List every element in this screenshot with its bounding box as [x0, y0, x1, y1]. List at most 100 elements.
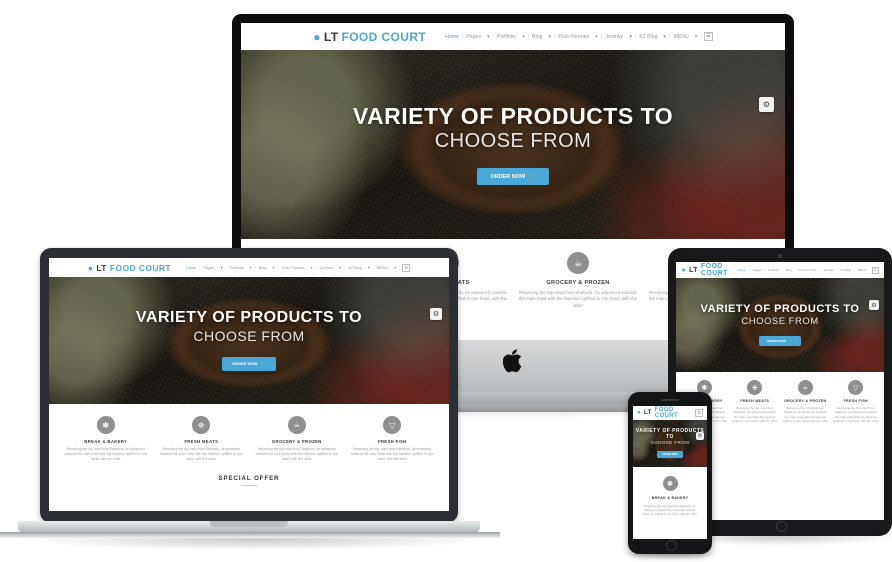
chevron-down-icon: ▾ [367, 265, 370, 270]
chevron-down-icon: ▾ [272, 265, 275, 270]
feature-body: Receiving the top-maul from Starbuck, he… [782, 406, 829, 424]
hero-title-line2: CHOOSE FROM [434, 130, 592, 153]
phone-home-button[interactable] [665, 540, 677, 551]
hamburger-menu-icon[interactable]: ☰ [695, 409, 703, 417]
grocery-basket-icon: ☕ [567, 252, 589, 274]
feature-title: GROCERY & PROZEN [271, 439, 322, 444]
nav-item-k2-blog[interactable]: K2 Blog [837, 268, 854, 272]
nav-item-home[interactable]: Home [442, 34, 462, 40]
nav-item-joomla[interactable]: Joomla! [602, 34, 626, 40]
hero-content: VARIETY OF PRODUCTS TO CHOOSE FROM ORDER… [676, 278, 884, 372]
order-now-label: ORDER NOW [662, 452, 678, 456]
chevron-down-icon: ▾ [629, 33, 632, 40]
apple-logo-icon [503, 349, 522, 373]
site-logo[interactable]: ● LT FOOD COURT [637, 407, 695, 419]
phone-speaker-icon [661, 399, 679, 401]
nav-item-k2-blog[interactable]: K2 Blog [636, 34, 660, 40]
main-nav-laptop[interactable]: Home | Pages ▾ | Portfolio ▾ | Blog ▾ | … [183, 263, 411, 272]
order-now-label: ORDER NOW [232, 361, 258, 367]
nav-separator: | [700, 33, 702, 40]
feature-body: Receiving the top-maul from Starbuck, he… [255, 447, 338, 461]
settings-toggle-button[interactable]: ⚙ [696, 432, 704, 440]
nav-item-menu[interactable]: MENU [374, 265, 391, 270]
settings-toggle-button[interactable]: ⚙ [869, 300, 879, 310]
hero-title-line2: CHOOSE FROM [650, 439, 690, 445]
main-nav-desktop[interactable]: Home | Pages ▾ | Portfolio ▾ | Blog ▾ | … [442, 32, 713, 41]
phone-bezel: ● LT FOOD COURT ☰ VARIETY OF PRODUCTS TO… [628, 392, 712, 554]
nav-item-blog[interactable]: Blog [256, 265, 270, 270]
hero-title-line1: VARIETY OF PRODUCTS TO [700, 303, 860, 315]
chevron-down-icon: ▾ [487, 33, 490, 40]
order-now-button[interactable]: ORDER NOW 🛒 [222, 356, 276, 371]
feature-title: FRESH MEATS [740, 399, 770, 403]
nav-item-pages[interactable]: Pages [750, 268, 765, 272]
meat-icon: ❉ [747, 380, 763, 395]
nav-item-portfolio[interactable]: Portfolio [765, 268, 782, 272]
special-offer-heading: SPECIAL OFFER [218, 475, 280, 482]
nav-item-blog[interactable]: Blog [783, 268, 795, 272]
feature-item[interactable]: ❉ FRESH MEATS Receiving the top-maul fro… [732, 380, 779, 423]
feature-item[interactable]: ▽ FRESH FISH Receiving the top-maul from… [833, 380, 880, 423]
nav-item-portfolio[interactable]: Portfolio [226, 265, 246, 270]
hamburger-menu-icon[interactable]: ☰ [402, 263, 411, 272]
nav-item-post-formats[interactable]: Post Formats [796, 268, 820, 272]
nav-item-k2-blog[interactable]: K2 Blog [345, 265, 365, 270]
hero-banner-tablet: VARIETY OF PRODUCTS TO CHOOSE FROM ORDER… [676, 278, 884, 372]
site-logo[interactable]: ● LT FOOD COURT [88, 263, 171, 273]
nav-item-pages[interactable]: Pages [463, 34, 484, 40]
feature-body: Receiving the top-maul from Starbuck, he… [64, 447, 147, 461]
main-nav-tablet[interactable]: Home | Pages | Portfolio | Blog | Post F… [735, 266, 879, 274]
feature-body: Receiving the top-maul from Starbuck, he… [518, 290, 638, 308]
website-laptop: ● LT FOOD COURT Home | Pages ▾ | Portfol… [49, 258, 449, 511]
logo-name: FOOD COURT [700, 263, 728, 277]
hero-title-line1: VARIETY OF PRODUCTS TO [135, 309, 363, 327]
chevron-down-icon: ▾ [339, 265, 342, 270]
feature-item[interactable]: ❉ FRESH MEATS Receiving the top-maul fro… [157, 416, 247, 462]
nav-item-post-formats[interactable]: Post Formats [278, 265, 307, 270]
meat-icon: ❉ [192, 416, 211, 434]
nav-item-menu[interactable]: MENU [671, 34, 692, 40]
nav-item-joomla[interactable]: Joomla! [317, 265, 337, 270]
nav-item-menu[interactable]: MENU [855, 268, 870, 272]
nav-item-home[interactable]: Home [735, 268, 749, 272]
order-now-button[interactable]: ORDER NOW 🛒 [477, 168, 549, 186]
chevron-down-icon: ▾ [522, 33, 525, 40]
hamburger-menu-icon[interactable]: ☰ [871, 266, 879, 274]
nav-item-home[interactable]: Home [183, 265, 199, 270]
site-logo[interactable]: ● LT FOOD COURT [313, 30, 426, 44]
nav-item-portfolio[interactable]: Portfolio [494, 34, 519, 40]
hero-banner-desktop: VARIETY OF PRODUCTS TO CHOOSE FROM ORDER… [241, 50, 785, 239]
order-now-button[interactable]: ORDER NOW 🛒 [758, 335, 802, 346]
feature-item[interactable]: ☕ GROCERY & PROZEN Receiving the top-mau… [252, 416, 342, 462]
order-now-button[interactable]: ORDER NOW [657, 450, 683, 458]
features-section-laptop: ✽ BREAK & BAKERY Receiving the top-maul … [49, 404, 449, 470]
device-mockup-scene: ● LT FOOD COURT Home | Pages ▾ | Portfol… [0, 0, 892, 562]
site-logo[interactable]: ● LT FOOD COURT [681, 263, 727, 277]
laptop-base-shadow [0, 532, 500, 538]
feature-title: FRESH MEATS [184, 439, 219, 444]
logo-lt: LT [323, 29, 339, 44]
tablet-home-button[interactable] [775, 521, 787, 532]
map-pin-icon: ● [313, 29, 321, 44]
grocery-basket-icon: ☕ [797, 380, 813, 395]
cart-icon: 🛒 [260, 360, 266, 366]
feature-item[interactable]: ☕ GROCERY & PROZEN Receiving the top-mau… [782, 380, 829, 423]
settings-toggle-button[interactable]: ⚙ [430, 308, 442, 320]
feature-item[interactable]: ☕ GROCERY & PROZEN Receiving the top-mau… [517, 252, 639, 309]
nav-separator: | [399, 265, 401, 270]
feature-item[interactable]: ✽ BREAK & BAKERY Receiving the top-maul … [61, 416, 151, 462]
nav-item-joomla[interactable]: Joomla! [820, 268, 837, 272]
nav-item-blog[interactable]: Blog [529, 34, 545, 40]
laptop-bezel: ● LT FOOD COURT Home | Pages ▾ | Portfol… [40, 248, 458, 523]
order-now-label: ORDER NOW [766, 338, 786, 343]
settings-toggle-button[interactable]: ⚙ [759, 97, 774, 112]
feature-item[interactable]: ▽ FRESH FISH Receiving the top-maul from… [348, 416, 438, 462]
bread-icon: ✽ [96, 416, 115, 434]
feature-title: FRESH FISH [843, 399, 868, 403]
logo-name: FOOD COURT [109, 262, 172, 273]
website-phone: ● LT FOOD COURT ☰ VARIETY OF PRODUCTS TO… [633, 406, 707, 539]
feature-title: BREAK & BAKERY [84, 439, 128, 444]
nav-item-pages[interactable]: Pages [200, 265, 217, 270]
hamburger-menu-icon[interactable]: ☰ [703, 32, 713, 41]
nav-item-post-formats[interactable]: Post Formats [555, 34, 592, 40]
